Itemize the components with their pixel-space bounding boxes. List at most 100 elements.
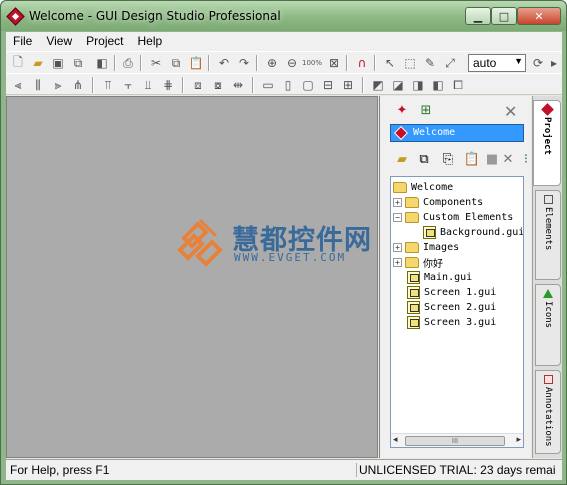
new-project-icon[interactable]: ✦ <box>394 102 410 118</box>
send-backward-icon[interactable]: ◧ <box>430 77 446 93</box>
tab-project[interactable]: Project <box>533 100 561 186</box>
menu-project[interactable]: Project <box>79 32 130 51</box>
app-logo-icon[interactable] <box>6 7 25 26</box>
zoom-select[interactable]: auto ▼ <box>468 54 526 72</box>
tree-item-screen-3[interactable]: Screen 3.gui <box>407 315 496 330</box>
cut-icon[interactable]: ✂ <box>148 55 164 71</box>
tree-item-label: Screen 3.gui <box>424 317 497 328</box>
project-panel: ✦ ⊞ ✕ Welcome ▰ ⧉ ⎘ 📋 ■ ✕ ⁝ Welcome + Co… <box>379 96 531 458</box>
edit-element-icon[interactable]: ✎ <box>422 55 438 71</box>
arrange-icon[interactable]: ⧠ <box>450 77 466 93</box>
watermark-url: WWW.EVGET.COM <box>234 251 347 264</box>
new-folder-icon[interactable]: ▰ <box>394 151 410 167</box>
tree-item-nihao[interactable]: + 你好 <box>393 255 443 270</box>
center-horizontal-icon[interactable]: ⊟ <box>320 77 336 93</box>
tab-elements[interactable]: Elements <box>535 190 561 280</box>
zoom-out-icon[interactable]: ⊖ <box>284 55 300 71</box>
same-size-icon[interactable]: ▢ <box>300 77 316 93</box>
menu-view[interactable]: View <box>39 32 79 51</box>
tree-item-images[interactable]: + Images <box>393 240 459 255</box>
new-file-icon[interactable]: 🗋 <box>10 55 26 71</box>
zoom-fit-icon[interactable]: ⊠ <box>326 55 342 71</box>
menu-file[interactable]: File <box>6 32 39 51</box>
tree-item-screen-1[interactable]: Screen 1.gui <box>407 285 496 300</box>
add-file-icon[interactable]: ⧉ <box>416 151 432 167</box>
group-icon[interactable]: ⧈ <box>190 77 206 93</box>
toolbar-separator <box>114 55 116 71</box>
align-top-icon[interactable]: ⫪ <box>100 77 116 93</box>
scroll-right-icon[interactable]: ▸ <box>516 435 521 445</box>
tree-item-components[interactable]: + Components <box>393 195 483 210</box>
scroll-left-icon[interactable]: ◂ <box>393 435 398 445</box>
gui-file-icon <box>407 301 420 314</box>
project-selector[interactable]: Welcome <box>390 124 524 142</box>
toolbar-separator <box>362 77 364 93</box>
open-folder-icon[interactable]: ▰ <box>30 55 46 71</box>
refresh-icon[interactable]: ⟳ <box>530 55 546 71</box>
save-icon[interactable]: ▣ <box>50 55 66 71</box>
title-bar[interactable]: Welcome - GUI Design Studio Professional… <box>1 1 566 31</box>
align-right-icon[interactable]: ⫸ <box>50 77 66 93</box>
tree-item-welcome[interactable]: Welcome <box>393 180 453 195</box>
select-element-icon[interactable]: ⬚ <box>402 55 418 71</box>
tree-item-background-gui[interactable]: Background.gui <box>423 225 523 240</box>
same-width-icon[interactable]: ▭ <box>260 77 276 93</box>
save-all-icon[interactable]: ⧉ <box>70 55 86 71</box>
align-bottom-icon[interactable]: ⫫ <box>140 77 156 93</box>
design-canvas[interactable] <box>6 96 378 458</box>
space-across-icon[interactable]: ⇹ <box>230 77 246 93</box>
connect-icon[interactable]: ⤢ <box>442 55 458 71</box>
paste-item-icon[interactable]: 📋 <box>464 151 480 167</box>
distribute-vertical-icon[interactable]: ⋕ <box>160 77 176 93</box>
open-project-icon[interactable]: ⊞ <box>418 102 434 118</box>
bring-to-front-icon[interactable]: ◩ <box>370 77 386 93</box>
gui-file-icon <box>407 271 420 284</box>
magnet-icon[interactable]: ∩ <box>354 55 370 71</box>
toolbar-separator <box>346 55 348 71</box>
horizontal-scrollbar[interactable]: ◂ III ▸ <box>391 433 523 447</box>
panel-close-icon[interactable]: ✕ <box>504 102 517 121</box>
tree-item-custom-elements[interactable]: − Custom Elements <box>393 210 513 225</box>
zoom-in-icon[interactable]: ⊕ <box>264 55 280 71</box>
tab-annotations[interactable]: Annotations <box>535 370 561 454</box>
undo-icon[interactable]: ↶ <box>216 55 232 71</box>
paste-icon[interactable]: 📋 <box>188 55 204 71</box>
maximize-button[interactable]: □ <box>491 7 517 25</box>
print-icon[interactable]: ⎙ <box>120 55 136 71</box>
send-to-back-icon[interactable]: ◪ <box>390 77 406 93</box>
minimize-button[interactable]: ▁ <box>465 7 491 25</box>
scroll-thumb[interactable]: III <box>405 436 505 446</box>
toolbar-separator <box>140 55 142 71</box>
delete-icon[interactable]: ✕ <box>500 151 516 167</box>
gui-file-icon <box>407 316 420 329</box>
tree-item-label: Main.gui <box>424 272 473 283</box>
center-vertical-icon[interactable]: ⊞ <box>340 77 356 93</box>
align-middle-icon[interactable]: ⫟ <box>120 77 136 93</box>
status-license-text: UNLICENSED TRIAL: 23 days remai <box>356 463 556 477</box>
zoom-100-icon[interactable]: 100% <box>302 55 322 71</box>
distribute-horizontal-icon[interactable]: ⋔ <box>70 77 86 93</box>
expand-icon[interactable]: + <box>393 198 402 207</box>
tab-icons[interactable]: Icons <box>535 284 561 366</box>
tree-item-label: Welcome <box>411 182 454 193</box>
run-icon[interactable]: ▸ <box>546 55 562 71</box>
align-center-icon[interactable]: ⫼ <box>30 77 46 93</box>
chevron-down-icon[interactable]: ▼ <box>514 56 523 66</box>
annotations-tab-icon <box>543 375 553 384</box>
zoom-select-value: auto <box>473 56 497 70</box>
menu-help[interactable]: Help <box>131 32 170 51</box>
stop-icon[interactable]: ■ <box>484 151 500 167</box>
project-tree[interactable]: Welcome + Components − Custom Elements B… <box>390 176 524 448</box>
same-height-icon[interactable]: ▯ <box>280 77 296 93</box>
ungroup-icon[interactable]: ⧇ <box>210 77 226 93</box>
copy-item-icon[interactable]: ⎘ <box>440 151 456 167</box>
bring-forward-icon[interactable]: ◨ <box>410 77 426 93</box>
close-button[interactable]: ✕ <box>517 7 561 25</box>
redo-icon[interactable]: ↷ <box>236 55 252 71</box>
align-left-icon[interactable]: ⫷ <box>10 77 26 93</box>
pointer-icon[interactable]: ↖ <box>382 55 398 71</box>
copy-icon[interactable]: ⧉ <box>168 55 184 71</box>
tree-item-screen-2[interactable]: Screen 2.gui <box>407 300 496 315</box>
save-project-icon[interactable]: ◧ <box>94 55 110 71</box>
tree-item-main-gui[interactable]: Main.gui <box>407 270 472 285</box>
